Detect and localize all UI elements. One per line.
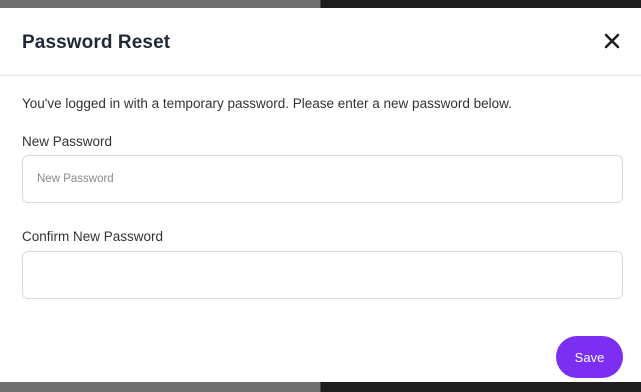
dialog-title: Password Reset <box>22 32 171 53</box>
confirm-password-label: Confirm New Password <box>22 229 164 244</box>
close-icon[interactable] <box>601 30 623 52</box>
new-password-input[interactable] <box>22 155 623 203</box>
confirm-password-input[interactable] <box>22 251 623 299</box>
dialog-message: You've logged in with a temporary passwo… <box>22 96 512 111</box>
new-password-label: New Password <box>22 134 113 149</box>
background-strip-top <box>0 0 641 8</box>
dialog-header: Password Reset <box>0 8 641 76</box>
password-reset-dialog: Password Reset You've logged in with a t… <box>0 8 641 382</box>
save-button[interactable]: Save <box>556 336 623 378</box>
background-strip-bottom <box>0 382 641 392</box>
